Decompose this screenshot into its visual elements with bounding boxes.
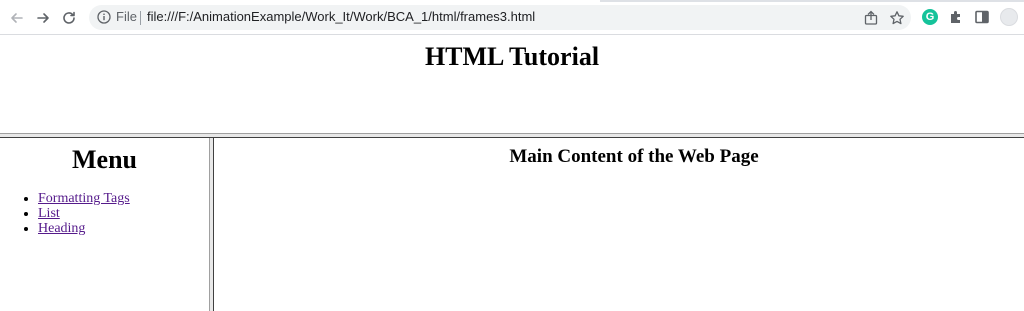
address-bar[interactable]: File file:///F:/AnimationExample/Work_It…: [89, 5, 911, 30]
main-heading: Main Content of the Web Page: [509, 146, 759, 167]
extensions-icon[interactable]: [948, 9, 964, 25]
back-button[interactable]: [6, 7, 28, 29]
list-item: Formatting Tags: [38, 191, 130, 206]
browser-toolbar: File file:///F:/AnimationExample/Work_It…: [0, 0, 1024, 35]
reload-button[interactable]: [58, 7, 80, 29]
page-title: HTML Tutorial: [424, 42, 600, 71]
back-arrow-icon: [11, 13, 23, 23]
menu-link-list[interactable]: List: [38, 206, 60, 221]
star-icon[interactable]: [889, 10, 905, 26]
menu-list: Formatting Tags List Heading: [0, 191, 130, 236]
info-icon[interactable]: [97, 10, 111, 24]
list-item: Heading: [38, 221, 130, 236]
forward-arrow-icon: [37, 13, 49, 23]
share-icon[interactable]: [863, 10, 879, 26]
menu-link-formatting-tags[interactable]: Formatting Tags: [38, 191, 130, 206]
profile-icon[interactable]: [1000, 8, 1018, 26]
divider: [140, 11, 141, 25]
menu-frame: Menu Formatting Tags List Heading: [0, 138, 209, 311]
reload-icon: [63, 11, 75, 24]
tab-strip: [600, 0, 1024, 2]
list-item: List: [38, 206, 130, 221]
menu-title: Menu: [72, 145, 137, 174]
top-frame: HTML Tutorial: [0, 35, 1024, 133]
main-frame: Main Content of the Web Page: [214, 138, 1024, 311]
menu-link-heading[interactable]: Heading: [38, 221, 85, 236]
url-text[interactable]: file:///F:/AnimationExample/Work_It/Work…: [147, 9, 535, 24]
side-panel-icon[interactable]: [974, 9, 990, 25]
forward-button[interactable]: [32, 7, 54, 29]
url-scheme-label: File: [116, 9, 137, 24]
grammarly-icon[interactable]: G: [922, 9, 938, 25]
